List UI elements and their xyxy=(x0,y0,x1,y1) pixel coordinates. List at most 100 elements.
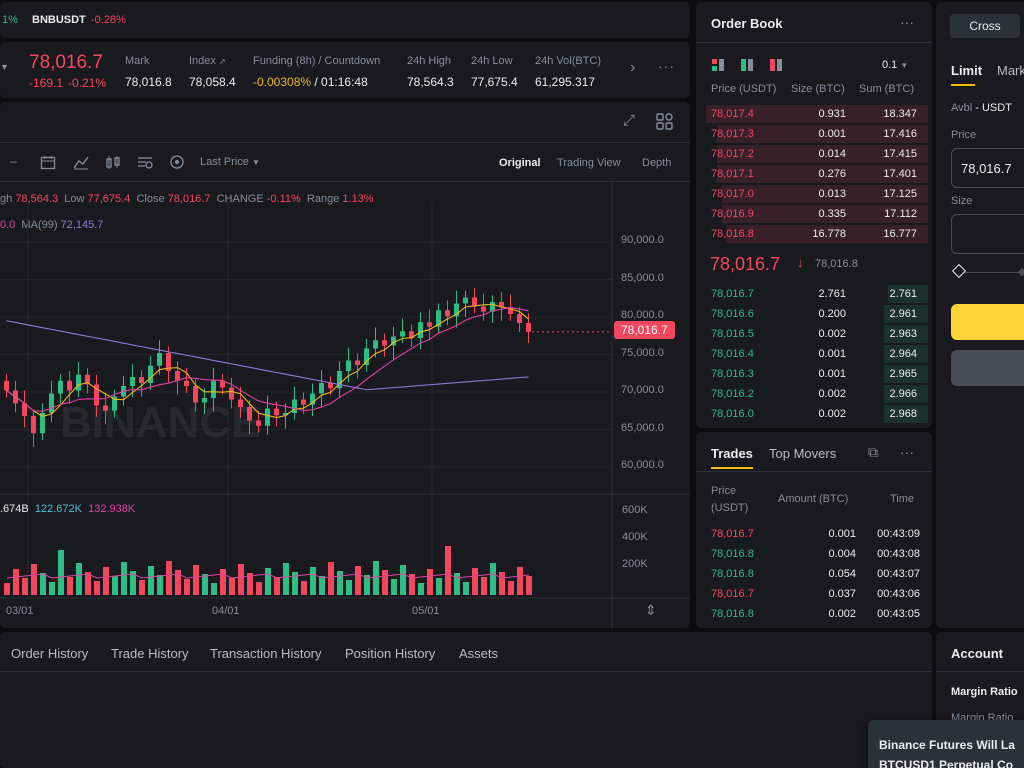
volume-bar xyxy=(40,573,46,595)
asks-row[interactable]: 78,017.4 0.931 18.347 xyxy=(696,104,932,124)
buy-button[interactable] xyxy=(951,304,1024,340)
asks-row[interactable]: 78,016.8 16.778 16.777 xyxy=(696,224,932,244)
trade-row: 78,016.8 0.054 00:43:07 xyxy=(696,564,932,584)
calendar-icon[interactable] xyxy=(40,155,56,173)
sell-button[interactable] xyxy=(951,350,1024,386)
mark-label: Mark xyxy=(125,55,150,67)
price-tick: 70,000.0 xyxy=(621,384,664,396)
price-tick: 90,000.0 xyxy=(621,234,664,246)
book-both-icon[interactable] xyxy=(712,59,724,74)
asks-row[interactable]: 78,017.2 0.014 17.415 xyxy=(696,144,932,164)
ticker-symbol[interactable]: BNBUSDT xyxy=(32,14,86,26)
tab-top-movers[interactable]: Top Movers xyxy=(769,446,836,461)
asks-size: 0.276 xyxy=(818,168,846,180)
index-label[interactable]: Index ↗ xyxy=(189,55,226,67)
volume-bar xyxy=(76,563,82,595)
tab-order-history[interactable]: Order History xyxy=(11,646,88,661)
expand-icon[interactable]: ⤢ xyxy=(623,112,635,129)
volume-bar xyxy=(454,573,460,595)
bids-size: 0.002 xyxy=(818,388,846,400)
trades-header-amount: Amount (BTC) xyxy=(778,493,849,505)
candle-body xyxy=(238,399,243,407)
volume-bar xyxy=(499,572,505,595)
asks-row[interactable]: 78,017.3 0.001 17.416 xyxy=(696,124,932,144)
asks-row[interactable]: 78,016.9 0.335 17.112 xyxy=(696,204,932,224)
volume-bar xyxy=(517,567,523,595)
size-input[interactable] xyxy=(951,214,1024,254)
vol-tick-400k: 400K xyxy=(622,531,648,543)
bids-row[interactable]: 78,016.7 2.761 2.761 xyxy=(696,284,932,304)
candle-body xyxy=(247,407,252,421)
layout-grid-icon[interactable] xyxy=(656,113,673,133)
volume-bar xyxy=(103,567,109,595)
precision-select[interactable]: 0.1 ▼ xyxy=(882,59,908,71)
tab-assets[interactable]: Assets xyxy=(459,646,498,661)
volume-bar xyxy=(220,569,226,595)
trade-time: 00:43:06 xyxy=(877,588,920,600)
popout-icon[interactable]: ⧉ xyxy=(868,444,878,461)
volume-bar xyxy=(265,568,271,595)
tab-trades[interactable]: Trades xyxy=(711,446,753,461)
price-chart[interactable]: BINANCE xyxy=(0,182,690,628)
trade-row: 78,016.8 0.002 00:43:05 xyxy=(696,604,932,624)
asks-size: 0.014 xyxy=(818,148,846,160)
trade-time: 00:43:08 xyxy=(877,548,920,560)
volume-bar xyxy=(229,578,235,595)
bids-row[interactable]: 78,016.4 0.001 2.964 xyxy=(696,344,932,364)
bids-sum: 2.964 xyxy=(889,348,917,360)
volume-bar xyxy=(22,578,28,595)
slider-handle[interactable] xyxy=(951,263,967,279)
asks-price: 78,017.2 xyxy=(711,148,754,160)
scale-toggle-icon[interactable]: ⇕ xyxy=(645,602,657,619)
asks-row[interactable]: 78,017.1 0.276 17.401 xyxy=(696,164,932,184)
current-price-tag: 78,016.7 xyxy=(614,321,675,339)
bids-row[interactable]: 78,016.6 0.200 2.961 xyxy=(696,304,932,324)
trade-row: 78,016.8 0.004 00:43:08 xyxy=(696,544,932,564)
volume-bar xyxy=(238,564,244,595)
candle-body xyxy=(49,393,54,413)
settings-list-icon[interactable] xyxy=(137,155,153,173)
bids-row[interactable]: 78,016.2 0.002 2.966 xyxy=(696,384,932,404)
tab-position-history[interactable]: Position History xyxy=(345,646,435,661)
caret-down-icon[interactable]: ▼ xyxy=(0,62,9,72)
margin-mode-button[interactable]: Cross xyxy=(950,14,1020,38)
candle-body xyxy=(301,399,306,405)
chevron-right-icon[interactable]: › xyxy=(630,59,635,77)
bids-row[interactable]: 78,016.3 0.001 2.965 xyxy=(696,364,932,384)
more-icon[interactable]: ··· xyxy=(900,444,914,460)
bids-row[interactable]: 78,016.5 0.002 2.963 xyxy=(696,324,932,344)
candle-body xyxy=(328,383,333,389)
view-tab-tradingview[interactable]: Trading View xyxy=(557,157,621,169)
candle-body xyxy=(202,398,207,403)
indicator-line-icon[interactable] xyxy=(73,155,89,173)
volume-legend: .674B 122.672K 132.938K xyxy=(0,503,136,515)
bids-row[interactable]: 78,016.0 0.002 2.968 xyxy=(696,404,932,424)
target-icon[interactable] xyxy=(169,154,185,173)
announcement-toast[interactable]: Binance Futures Will La BTCUSD1 Perpetua… xyxy=(868,720,1024,768)
candle-type-icon[interactable] xyxy=(105,155,121,173)
bottom-panel: Order History Trade History Transaction … xyxy=(0,632,932,768)
tab-trade-history[interactable]: Trade History xyxy=(111,646,189,661)
size-slider-track[interactable] xyxy=(960,272,1024,273)
tab-limit[interactable]: Limit xyxy=(951,63,982,78)
volume-bar xyxy=(472,568,478,595)
price-tick: 75,000.0 xyxy=(621,346,664,359)
asks-row[interactable]: 78,017.0 0.013 17.125 xyxy=(696,184,932,204)
book-bids-icon[interactable] xyxy=(741,59,753,74)
price-type-select[interactable]: Last Price ▼ xyxy=(200,156,260,168)
view-tab-original[interactable]: Original xyxy=(499,157,541,169)
candle-body xyxy=(355,360,360,365)
volume-bar xyxy=(49,582,55,595)
more-icon[interactable]: ··· xyxy=(658,58,675,74)
ob-header-size: Size (BTC) xyxy=(791,83,845,95)
more-icon[interactable]: ··· xyxy=(900,14,914,30)
price-input[interactable]: 78,016.7 xyxy=(951,148,1024,188)
volume-bar xyxy=(382,570,388,595)
book-asks-icon[interactable] xyxy=(770,59,782,74)
asks-size: 16.778 xyxy=(812,228,846,240)
view-tab-depth[interactable]: Depth xyxy=(642,157,671,169)
tab-market[interactable]: Mark xyxy=(997,63,1024,78)
tab-transaction-history[interactable]: Transaction History xyxy=(210,646,322,661)
volume-bar xyxy=(193,565,199,595)
candle-body xyxy=(418,322,423,338)
